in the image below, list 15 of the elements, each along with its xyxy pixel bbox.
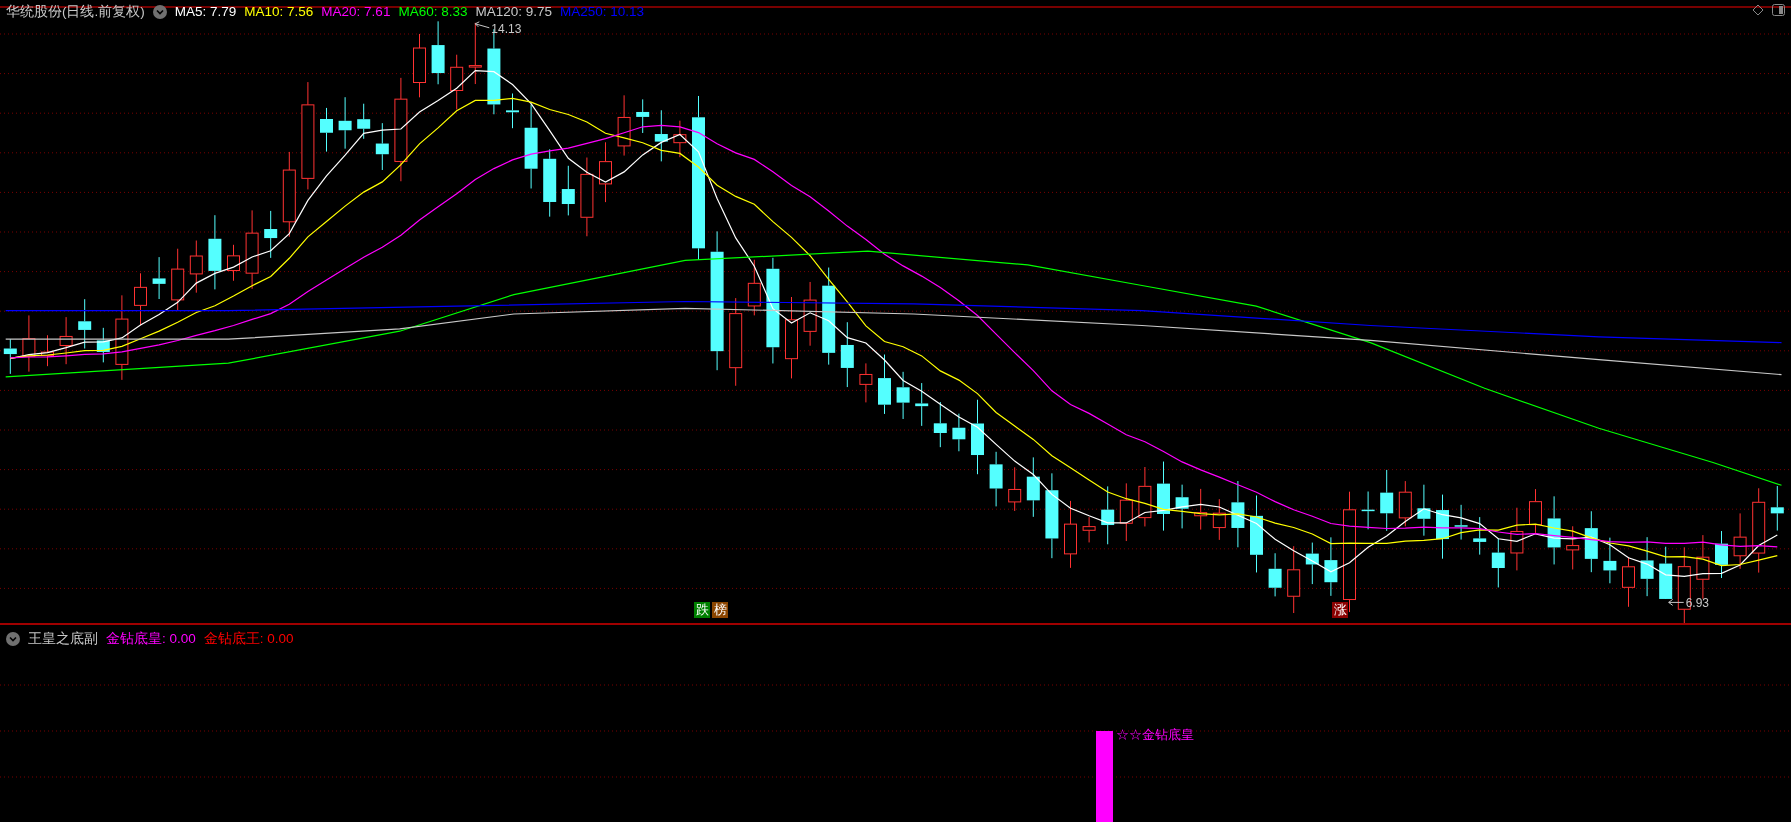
indicator-value: MA250: 10.13 — [560, 4, 645, 20]
signal-tag: 榜 — [712, 602, 728, 618]
indicator-value: 金钻底皇: 0.00 — [106, 631, 196, 647]
chart-title: 华统股份(日线.前复权) — [6, 4, 145, 20]
high-price-label: 14.13 — [491, 21, 522, 36]
indicator-value: MA10: 7.56 — [244, 4, 314, 20]
signal-label: ☆☆金钻底皇 — [1116, 726, 1194, 744]
indicator-value: 金钻底王: 0.00 — [203, 631, 294, 647]
indicator-value: MA20: 7.61 — [321, 4, 391, 20]
indicator-title: 王皇之底副 — [28, 631, 98, 647]
indicator-value: MA5: 7.79 — [174, 4, 237, 20]
signal-tag: 跌 — [694, 602, 710, 618]
signal-tag: 涨 — [1332, 602, 1348, 618]
indicator-value: MA60: 8.33 — [398, 4, 468, 20]
indicator-value: MA120: 9.75 — [475, 4, 552, 20]
